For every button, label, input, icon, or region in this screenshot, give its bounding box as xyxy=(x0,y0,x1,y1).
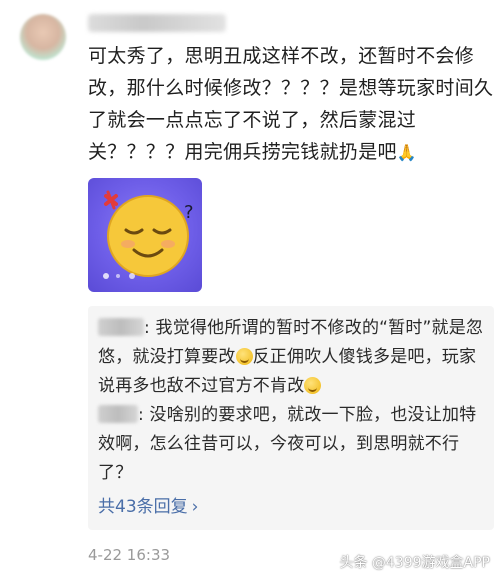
more-replies-label: 共43条回复 xyxy=(98,497,188,517)
reply-username[interactable] xyxy=(98,318,144,336)
comment-sticker-image[interactable]: ? xyxy=(88,178,202,292)
sleepy-smile-face-icon: ? xyxy=(103,190,194,279)
comment-username[interactable] xyxy=(88,14,226,32)
pray-emoji-icon: 🙏 xyxy=(396,143,418,162)
more-replies-link[interactable]: 共43条回复 › xyxy=(98,492,198,517)
reply-text: 没啥别的要求吧，就改一下脸，也没让加特效啊，怎么往昔可以，今夜可以，到思明就不行… xyxy=(98,405,477,483)
comment-body: 可太秀了，思明丑成这样不改，还暂时不会修改，那什么时候修改？？？？是想等玩家时间… xyxy=(88,40,494,169)
comment-text: 可太秀了，思明丑成这样不改，还暂时不会修改，那什么时候修改？？？？是想等玩家时间… xyxy=(88,45,494,163)
reply-item[interactable]: : 我觉得他所谓的暂时不修改的“暂时”就是忽悠，就没打算要改 反正佣吹人傻钱多是吧… xyxy=(98,314,490,401)
watermark: 头条 @4399游戏盒APP xyxy=(339,555,490,571)
smirk-emoji-icon xyxy=(235,348,253,365)
replies-box: : 我觉得他所谓的暂时不修改的“暂时”就是忽悠，就没打算要改 反正佣吹人傻钱多是吧… xyxy=(88,306,494,530)
reply-item[interactable]: : 没啥别的要求吧，就改一下脸，也没让加特效啊，怎么往昔可以，今夜可以，到思明就… xyxy=(98,401,490,488)
reply-username[interactable] xyxy=(98,405,138,423)
smirk-emoji-icon xyxy=(304,377,322,394)
comment-timestamp: 4-22 16:33 xyxy=(88,546,171,564)
svg-text:?: ? xyxy=(184,202,194,223)
comment-avatar[interactable] xyxy=(20,14,66,60)
chevron-right-icon: › xyxy=(191,497,199,517)
